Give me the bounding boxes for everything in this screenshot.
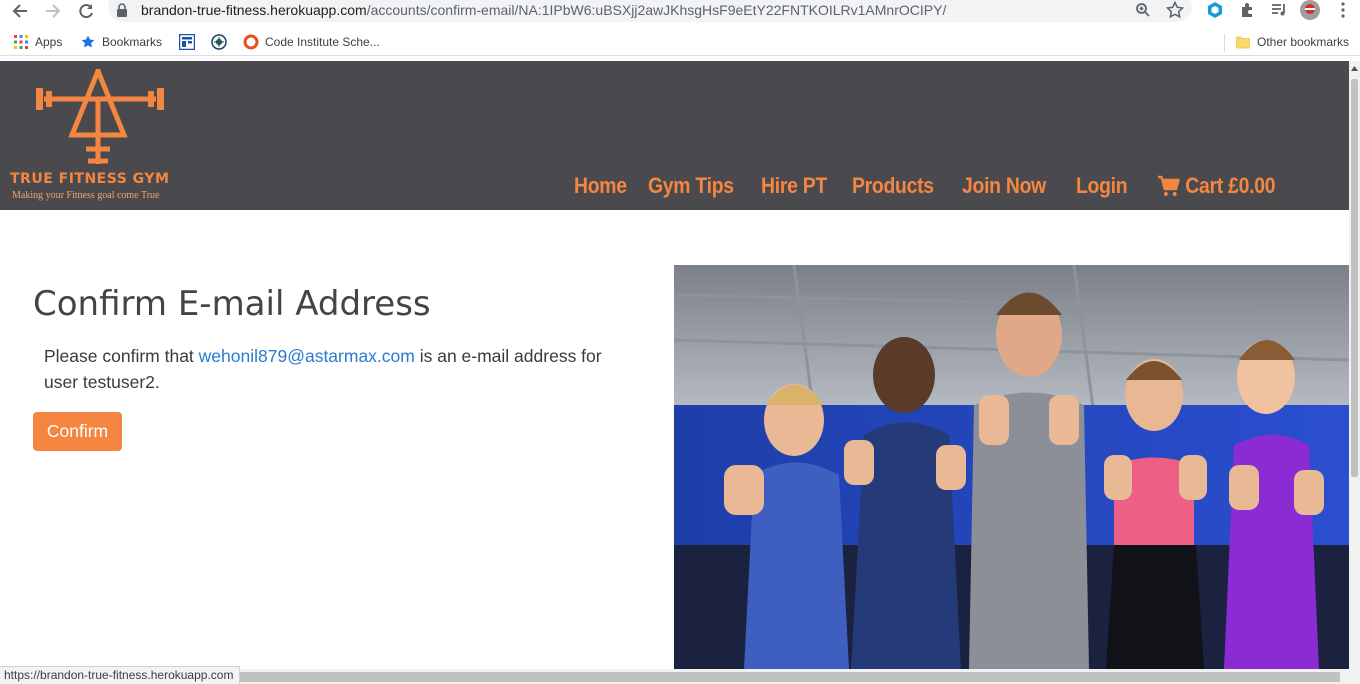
nav-products[interactable]: Products <box>852 173 934 199</box>
back-arrow-icon[interactable] <box>9 0 31 22</box>
media-control-icon[interactable] <box>1269 0 1289 20</box>
vertical-scroll-thumb[interactable] <box>1351 79 1358 477</box>
bookmarks-divider <box>1224 34 1225 52</box>
profile-avatar-icon[interactable] <box>1300 0 1320 20</box>
nav-gym-tips[interactable]: Gym Tips <box>648 173 734 199</box>
nav-home[interactable]: Home <box>574 173 627 199</box>
horizontal-scroll-thumb[interactable] <box>240 672 1340 682</box>
confirm-button[interactable]: Confirm <box>33 412 122 451</box>
nav-cart[interactable]: Cart £0.00 <box>1158 173 1276 199</box>
bookmark-label: Code Institute Sche... <box>265 35 380 49</box>
reload-icon[interactable] <box>75 0 97 22</box>
fitness-group-photo <box>674 265 1349 669</box>
email-link[interactable]: wehonil879@astarmax.com <box>199 346 415 366</box>
menu-dots-icon[interactable] <box>1333 0 1353 20</box>
apps-grid-icon <box>13 34 29 50</box>
bookmark-bookmarks[interactable]: Bookmarks <box>80 34 162 50</box>
nav-join-now[interactable]: Join Now <box>962 173 1046 199</box>
page-viewport: TRUE FITNESS GYM Making your Fitness goa… <box>0 61 1349 669</box>
bookmarks-bar: Apps Bookmarks Code Institute Sche... Ot… <box>0 28 1360 56</box>
main-nav: Home Gym Tips Hire PT Products Join Now … <box>574 173 1291 199</box>
cart-total: Cart £0.00 <box>1185 173 1276 198</box>
bookmark-site[interactable] <box>179 34 201 50</box>
bookmark-label: Apps <box>35 35 63 49</box>
other-bookmarks-label: Other bookmarks <box>1257 35 1350 49</box>
extension-hex-icon[interactable] <box>1205 0 1225 20</box>
bookmark-globe-icon <box>211 34 227 50</box>
confirm-message: Please confirm that wehonil879@astarmax.… <box>44 343 634 395</box>
cart-icon <box>1158 175 1180 197</box>
browser-toolbar: brandon-true-fitness.herokuapp.com/accou… <box>0 0 1360 24</box>
page-title: Confirm E-mail Address <box>33 284 431 324</box>
status-bar-url: https://brandon-true-fitness.herokuapp.c… <box>0 666 241 684</box>
zoom-icon[interactable] <box>1133 0 1153 20</box>
bookmark-code-institute[interactable]: Code Institute Sche... <box>243 34 380 50</box>
logo-tagline: Making your Fitness goal come True <box>12 190 160 201</box>
nav-hire-pt[interactable]: Hire PT <box>761 173 827 199</box>
star-icon <box>80 34 96 50</box>
site-header: TRUE FITNESS GYM Making your Fitness goa… <box>0 61 1349 210</box>
lock-icon[interactable] <box>116 3 128 22</box>
vertical-scrollbar[interactable] <box>1349 61 1360 669</box>
bookmark-globe[interactable] <box>211 34 233 50</box>
bookmark-apps[interactable]: Apps <box>13 34 62 50</box>
address-url: brandon-true-fitness.herokuapp.com/accou… <box>141 2 947 18</box>
nav-login[interactable]: Login <box>1076 173 1128 199</box>
forward-arrow-icon[interactable] <box>42 0 64 22</box>
logo-title: TRUE FITNESS GYM <box>10 171 170 187</box>
message-prefix: Please confirm that <box>44 346 199 366</box>
other-bookmarks[interactable]: Other bookmarks <box>1235 34 1349 50</box>
scroll-up-icon[interactable] <box>1351 66 1358 71</box>
hero-image <box>674 265 1349 669</box>
bookmark-label: Bookmarks <box>102 35 163 49</box>
folder-icon <box>1235 34 1251 50</box>
code-institute-icon <box>243 34 259 50</box>
bookmark-site-icon <box>179 34 195 50</box>
extensions-puzzle-icon[interactable] <box>1237 0 1257 20</box>
dumbbell-logo-icon <box>36 69 164 164</box>
bookmark-star-icon[interactable] <box>1165 0 1185 20</box>
